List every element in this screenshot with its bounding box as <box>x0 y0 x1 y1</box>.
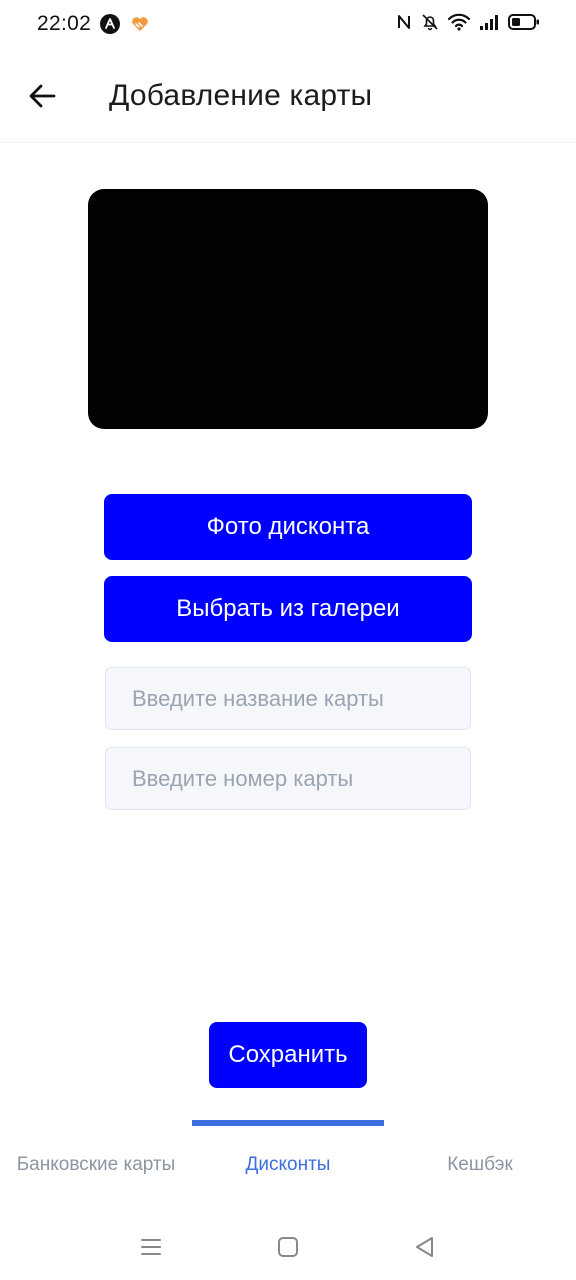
home-icon <box>278 1237 298 1257</box>
signal-icon <box>479 13 499 31</box>
card-number-input[interactable] <box>105 747 471 810</box>
system-menu-button[interactable] <box>136 1232 166 1262</box>
tab-discounts[interactable]: Дисконты <box>192 1154 384 1176</box>
heart-app-icon <box>130 14 150 34</box>
bell-off-icon <box>421 13 439 31</box>
status-time: 22:02 <box>37 12 92 35</box>
arrow-left-icon <box>29 84 56 108</box>
battery-icon <box>508 13 540 31</box>
save-button[interactable]: Сохранить <box>209 1022 367 1088</box>
system-back-button[interactable] <box>410 1232 440 1262</box>
nfc-icon <box>396 13 412 31</box>
status-bar: 22:02 <box>0 0 576 52</box>
page-title: Добавление карты <box>109 79 373 112</box>
tab-cashback[interactable]: Кешбэк <box>384 1154 576 1176</box>
app-header: Добавление карты <box>0 52 576 143</box>
bottom-tab-bar: Банковские карты Дисконты Кешбэк <box>0 1118 576 1198</box>
camera-preview[interactable] <box>88 189 488 429</box>
take-photo-button[interactable]: Фото дисконта <box>104 494 472 560</box>
tab-bank-cards[interactable]: Банковские карты <box>0 1154 192 1176</box>
active-tab-indicator <box>192 1120 384 1126</box>
system-navigation-bar <box>0 1212 576 1280</box>
system-home-button[interactable] <box>273 1232 303 1262</box>
wifi-icon <box>448 13 470 31</box>
menu-icon <box>141 1239 161 1255</box>
status-left-icons <box>100 14 150 34</box>
card-name-input[interactable] <box>105 667 471 730</box>
back-triangle-icon <box>416 1237 433 1257</box>
app-a-icon <box>100 14 120 34</box>
back-button[interactable] <box>22 76 62 116</box>
status-right-icons <box>396 13 540 31</box>
choose-from-gallery-button[interactable]: Выбрать из галереи <box>104 576 472 642</box>
